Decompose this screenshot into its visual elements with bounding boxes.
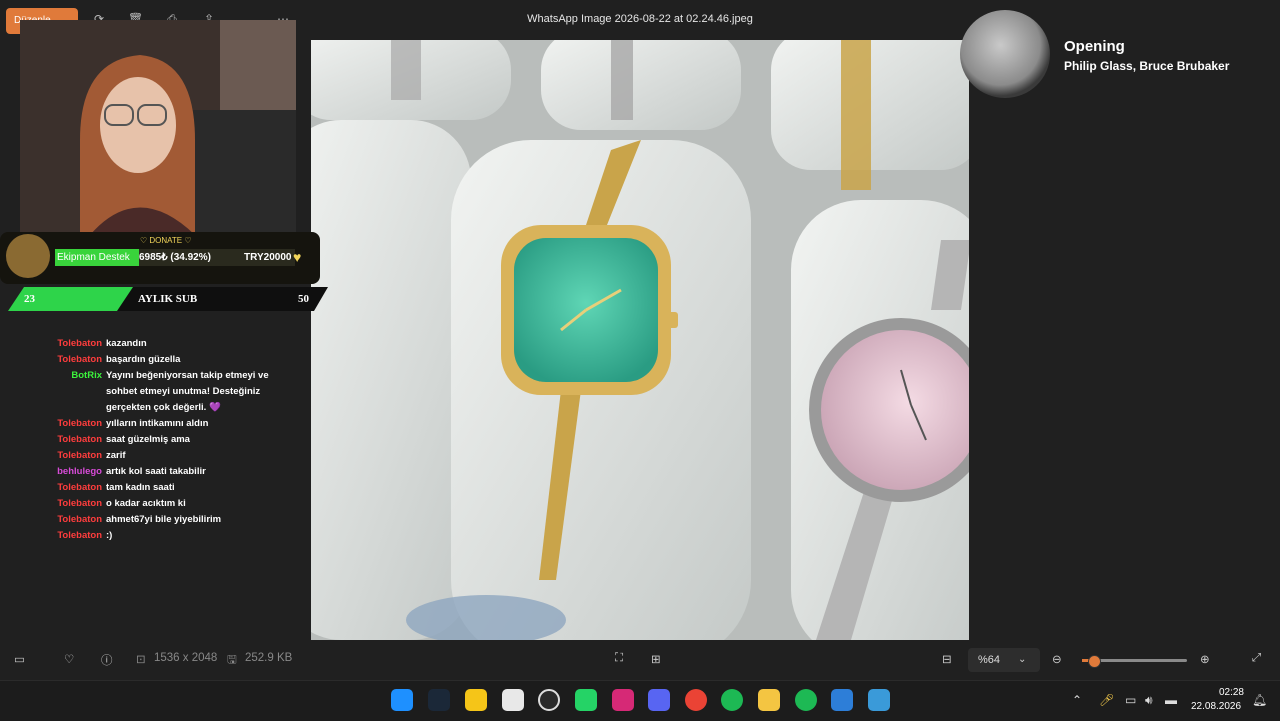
chat-username[interactable]: Tolebaton [40,432,102,448]
file-size: 252.9 KB [245,652,293,664]
image-viewer[interactable] [311,40,969,640]
chat-username[interactable]: Tolebaton [40,512,102,528]
chat-message: Tolebaton:) [40,528,300,544]
sticky-notes-icon[interactable] [465,689,487,711]
chat-message: Tolebaton başardın güzella [40,352,300,368]
discord-icon[interactable] [648,689,670,711]
chat-text: artık kol saati takabilir [106,466,206,477]
whatsapp-icon[interactable] [575,689,597,711]
now-playing-title: Opening [1064,38,1125,55]
clock-date[interactable]: 22.08.2026 [1191,701,1241,712]
donate-goal-name: Ekipman Destek [57,252,130,263]
chat-username[interactable]: Tolebaton [40,416,102,432]
steam-icon[interactable] [428,689,450,711]
chat-text: Yayını beğeniyorsan takip etmeyi ve sohb… [106,370,269,413]
fullscreen-icon[interactable]: ⤢ [1252,652,1261,665]
battery-icon[interactable]: ▬ [1165,693,1177,707]
chat-username[interactable]: BotRix [40,368,102,416]
filmstrip-icon[interactable]: ▭ [14,652,25,666]
chevron-down-icon: ⌄ [1018,654,1027,665]
chat-message: behlulego artık kol saati takabilir [40,464,300,480]
taskbar [0,680,1280,721]
dimensions-icon: ⊡ [136,654,146,666]
watch-photo [311,40,969,640]
network-icon[interactable]: ▭ [1125,693,1136,707]
album-art [960,10,1050,98]
fit-view-icon[interactable]: ⛶ [615,652,623,665]
chat-message: Tolebaton saat güzelmiş ama [40,432,300,448]
chevron-up-icon[interactable]: ⌃ [1072,693,1082,707]
instagram-icon[interactable] [612,689,634,711]
chat-message: Tolebaton ahmet67yi bile yiyebilirim [40,512,300,528]
volume-icon[interactable]: 🔊︎ [1145,693,1153,708]
chat-username[interactable]: Tolebaton [40,528,102,544]
chat-username[interactable]: Tolebaton [40,496,102,512]
spotify-icon-2[interactable] [795,689,817,711]
windows-start-icon[interactable] [391,689,413,711]
chat-message: Tolebaton zarif [40,448,300,464]
chat-text: kazandın [106,338,147,349]
chat-message: BotRix Yayını beğeniyorsan takip etmeyi v… [40,368,300,416]
donate-label: ♡ DONATE ♡ [140,236,192,245]
sub-goal-title: AYLIK SUB [138,293,198,305]
chrome-icon[interactable] [685,689,707,711]
chat-text: ahmet67yi bile yiyebilirim [106,514,222,525]
chat-text: o kadar acıktım ki [106,498,186,509]
spotify-icon[interactable] [721,689,743,711]
chat-message: Tolebaton yılların intikamını aldın [40,416,300,432]
fit-window-icon[interactable]: ⊟ [942,652,952,666]
scan-text-icon[interactable]: ⊞ [651,652,661,666]
image-dimensions: 1536 x 2048 [154,652,218,664]
zoom-value: %64 [978,654,1001,666]
file-explorer-icon[interactable] [758,689,780,711]
sub-target: 50 [298,293,309,305]
chat-panel: Tolebaton kazandın Tolebaton başardın güzel… [40,336,300,544]
heart-icon: ♥ [293,249,302,265]
snipping-tool-icon[interactable] [502,689,524,711]
chat-username[interactable]: Tolebaton [40,352,102,368]
streamer-image [20,20,296,235]
chat-message: Tolebaton tam kadın saati [40,480,300,496]
chat-username[interactable]: Tolebaton [40,336,102,352]
chat-message: Tolebaton kazandın [40,336,300,352]
zoom-out-icon[interactable]: ⊖ [1052,652,1062,666]
vscode-icon[interactable] [831,689,853,711]
donate-progress-value: 6985₺ (34.92%) [139,252,211,263]
clock-time[interactable]: 02:28 [1212,687,1244,698]
donate-goal-amount: TRY20000 [244,252,292,263]
zoom-slider-thumb[interactable] [1088,655,1101,668]
obs-icon[interactable] [538,689,560,711]
sub-current: 23 [24,293,35,305]
microphone-icon[interactable]: 🎤︎ [1099,693,1114,707]
chat-text: başardın güzella [106,354,181,365]
webcam-feed [20,20,296,235]
favorite-icon[interactable]: ♡ [64,652,74,666]
chat-username[interactable]: Tolebaton [40,448,102,464]
chat-text: :) [106,530,113,541]
donate-mascot-icon [6,234,50,278]
now-playing-artist: Philip Glass, Bruce Brubaker [1064,59,1230,73]
chat-message: Tolebaton o kadar acıktım ki [40,496,300,512]
chat-username[interactable]: Tolebaton [40,480,102,496]
zoom-in-icon[interactable]: ⊕ [1200,652,1210,666]
info-icon[interactable]: ⓘ [101,652,113,668]
chat-text: saat güzelmiş ama [106,434,190,445]
photos-icon[interactable] [868,689,890,711]
chat-username[interactable]: behlulego [40,464,102,480]
chat-text: tam kadın saati [106,482,175,493]
file-size-icon: 🖫 [227,654,237,666]
chat-text: zarif [106,450,126,461]
notification-icon[interactable]: 🔔︎ [1252,693,1267,707]
chat-text: yılların intikamını aldın [106,418,209,429]
